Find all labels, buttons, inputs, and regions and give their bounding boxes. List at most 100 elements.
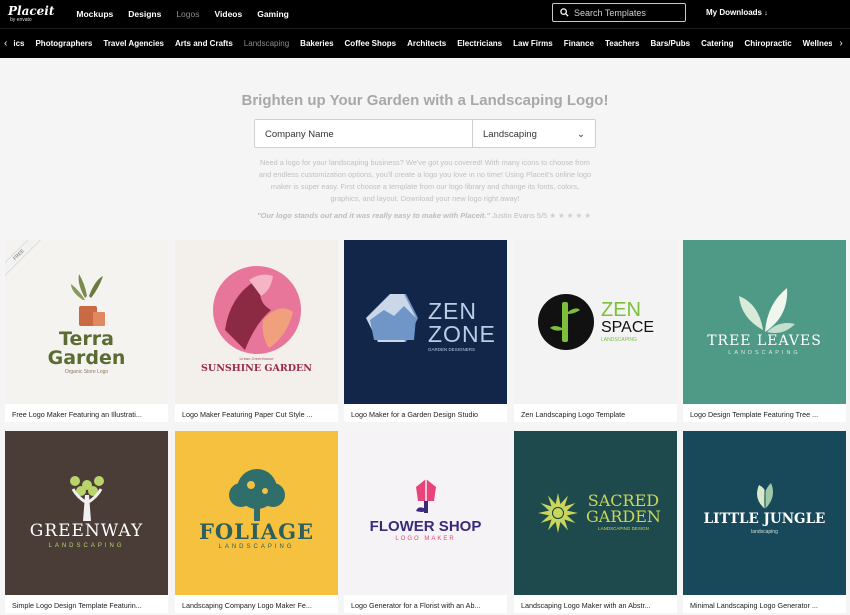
template-card[interactable]: FOLIAGE LANDSCAPING Landscaping Company …	[175, 431, 338, 613]
nav-logos[interactable]: Logos	[176, 9, 199, 19]
page-title: Brighten up Your Garden with a Landscapi…	[241, 92, 609, 109]
template-card[interactable]: ZEN SPACE LANDSCAPING Zen Landscaping Lo…	[514, 240, 677, 422]
template-thumbnail: ZEN SPACE LANDSCAPING	[514, 240, 677, 404]
leaf-circle-icon	[213, 266, 301, 354]
testimonial: "Our logo stands out and it was really e…	[0, 211, 850, 220]
search-placeholder: Search Templates	[574, 7, 646, 18]
template-caption[interactable]: Simple Logo Design Template Featurin...	[5, 595, 168, 613]
plant-pot-icon	[71, 274, 105, 326]
template-card[interactable]: ZEN ZONE GARDEN DESIGNERS Logo Maker for…	[344, 240, 507, 422]
template-caption[interactable]: Minimal Landscaping Logo Generator ...	[683, 595, 846, 613]
tree-icon	[229, 469, 285, 521]
logo-subtext: LANDSCAPING DESIGN	[598, 526, 649, 531]
category-item[interactable]: Catering	[701, 39, 733, 48]
chevron-left-icon[interactable]: ‹	[4, 38, 7, 49]
logo-text-bottom: GARDEN	[586, 507, 661, 526]
chevron-right-icon[interactable]: ›	[832, 29, 850, 58]
brand-name: Placeit	[8, 4, 55, 18]
category-item[interactable]: Finance	[564, 39, 594, 48]
template-caption[interactable]: Free Logo Maker Featuring an Illustrati.…	[5, 404, 168, 422]
logo-subtext: LANDSCAPING	[218, 544, 295, 550]
industry-select-value: Landscaping	[483, 129, 537, 140]
chevron-down-icon: ⌄	[577, 129, 585, 140]
template-thumbnail: FOLIAGE LANDSCAPING	[175, 431, 338, 595]
category-item[interactable]: Arts and Crafts	[175, 39, 233, 48]
template-thumbnail: GREENWAY LANDSCAPING	[5, 431, 168, 595]
template-card[interactable]: SACRED GARDEN LANDSCAPING DESIGN Landsca…	[514, 431, 677, 613]
top-nav: Placeit by envato Mockups Designs Logos …	[0, 0, 850, 28]
logo-subtext: GARDEN DESIGNERS	[428, 347, 476, 352]
tulip-icon	[416, 479, 436, 513]
category-bar: ‹ ics Photographers Travel Agencies Arts…	[0, 28, 850, 58]
template-caption[interactable]: Logo Maker Featuring Paper Cut Style ...	[175, 404, 338, 422]
category-item[interactable]: Architects	[407, 39, 446, 48]
logo-text: FOLIAGE	[198, 519, 315, 544]
category-item[interactable]: ics	[13, 39, 24, 48]
template-thumbnail: FLOWER SHOP LOGO MAKER	[344, 431, 507, 595]
logo-text: TREE LEAVES	[707, 333, 822, 349]
logo-form: Company Name Landscaping ⌄	[254, 119, 596, 148]
my-downloads-button[interactable]: My Downloads ↓	[706, 8, 768, 17]
logo-text-top: ZEN	[601, 299, 641, 321]
template-caption[interactable]: Landscaping Company Logo Maker Fe...	[175, 595, 338, 613]
nav-designs[interactable]: Designs	[128, 9, 161, 19]
template-card[interactable]: GREENWAY LANDSCAPING Simple Logo Design …	[5, 431, 168, 613]
company-name-field[interactable]: Company Name	[255, 120, 473, 147]
hero-section: Brighten up Your Garden with a Landscapi…	[0, 58, 850, 220]
template-thumbnail: SACRED GARDEN LANDSCAPING DESIGN	[514, 431, 677, 595]
logo-subtext: LANDSCAPING	[48, 543, 125, 549]
template-thumbnail: ZEN ZONE GARDEN DESIGNERS	[344, 240, 507, 404]
template-thumbnail: TREE LEAVES LANDSCAPING	[683, 240, 846, 404]
industry-select[interactable]: Landscaping ⌄	[473, 120, 595, 147]
category-item[interactable]: Teachers	[605, 39, 640, 48]
template-card[interactable]: LITTLE JUNGLE landscaping Minimal Landsc…	[683, 431, 846, 613]
testimonial-quote: "Our logo stands out and it was really e…	[257, 211, 491, 220]
template-caption[interactable]: Logo Maker for a Garden Design Studio	[344, 404, 507, 422]
category-item[interactable]: Chiropractic	[745, 39, 792, 48]
template-caption[interactable]: Logo Design Template Featuring Tree ...	[683, 404, 846, 422]
logo-subtext: LANDSCAPING	[601, 337, 637, 343]
logo-text: FLOWER SHOP	[369, 518, 482, 535]
brand-by: by envato	[10, 17, 32, 23]
logo-text-bottom: SPACE	[601, 319, 655, 336]
nav-gaming[interactable]: Gaming	[257, 9, 289, 19]
category-item[interactable]: Electricians	[457, 39, 502, 48]
tree-person-icon	[70, 476, 104, 521]
downloads-label: My Downloads	[706, 8, 763, 17]
template-card[interactable]: Urban Greenhouse SUNSHINE GARDEN Logo Ma…	[175, 240, 338, 422]
logo-subtext: Organic Store Logo	[64, 369, 109, 375]
template-card[interactable]: FLOWER SHOP LOGO MAKER Logo Generator fo…	[344, 431, 507, 613]
logo-subtext: landscaping	[751, 528, 778, 535]
search-input[interactable]: Search Templates	[552, 3, 686, 22]
logo-text: SUNSHINE GARDEN	[201, 363, 312, 374]
template-thumbnail: LITTLE JUNGLE landscaping	[683, 431, 846, 595]
download-arrow-icon: ↓	[764, 10, 768, 17]
logo-text-top: ZEN	[428, 298, 477, 324]
category-item-active[interactable]: Landscaping	[244, 39, 289, 48]
logo-text: LITTLE JUNGLE	[703, 511, 826, 527]
template-caption[interactable]: Logo Generator for a Florist with an Ab.…	[344, 595, 507, 613]
logo-text: GREENWAY	[29, 521, 144, 541]
category-item[interactable]: Bakeries	[300, 39, 333, 48]
template-caption[interactable]: Landscaping Logo Maker with an Abstr...	[514, 595, 677, 613]
placeit-logo[interactable]: Placeit by envato	[8, 5, 54, 23]
template-thumbnail: FREE Terra Garden Organic Store Logo	[5, 240, 168, 404]
nav-mockups[interactable]: Mockups	[76, 9, 113, 19]
leaves-icon	[739, 288, 795, 333]
template-card[interactable]: TREE LEAVES LANDSCAPING Logo Design Temp…	[683, 240, 846, 422]
hero-description: Need a logo for your landscaping busines…	[258, 158, 592, 203]
category-item[interactable]: Travel Agencies	[103, 39, 164, 48]
template-thumbnail: Urban Greenhouse SUNSHINE GARDEN	[175, 240, 338, 404]
logo-subtext: LANDSCAPING	[728, 350, 801, 356]
template-card[interactable]: FREE Terra Garden Organic Store Logo Fre…	[5, 240, 168, 422]
rating-stars: ★★★★★	[549, 211, 593, 220]
category-item[interactable]: Coffee Shops	[345, 39, 397, 48]
logo-subtext: LOGO MAKER	[395, 536, 456, 542]
template-caption[interactable]: Zen Landscaping Logo Template	[514, 404, 677, 422]
logo-text-bottom: ZONE	[428, 321, 496, 347]
category-item[interactable]: Bars/Pubs	[651, 39, 691, 48]
nav-videos[interactable]: Videos	[215, 9, 243, 19]
category-item[interactable]: Photographers	[35, 39, 92, 48]
category-item[interactable]: Law Firms	[513, 39, 553, 48]
search-icon	[560, 8, 569, 17]
